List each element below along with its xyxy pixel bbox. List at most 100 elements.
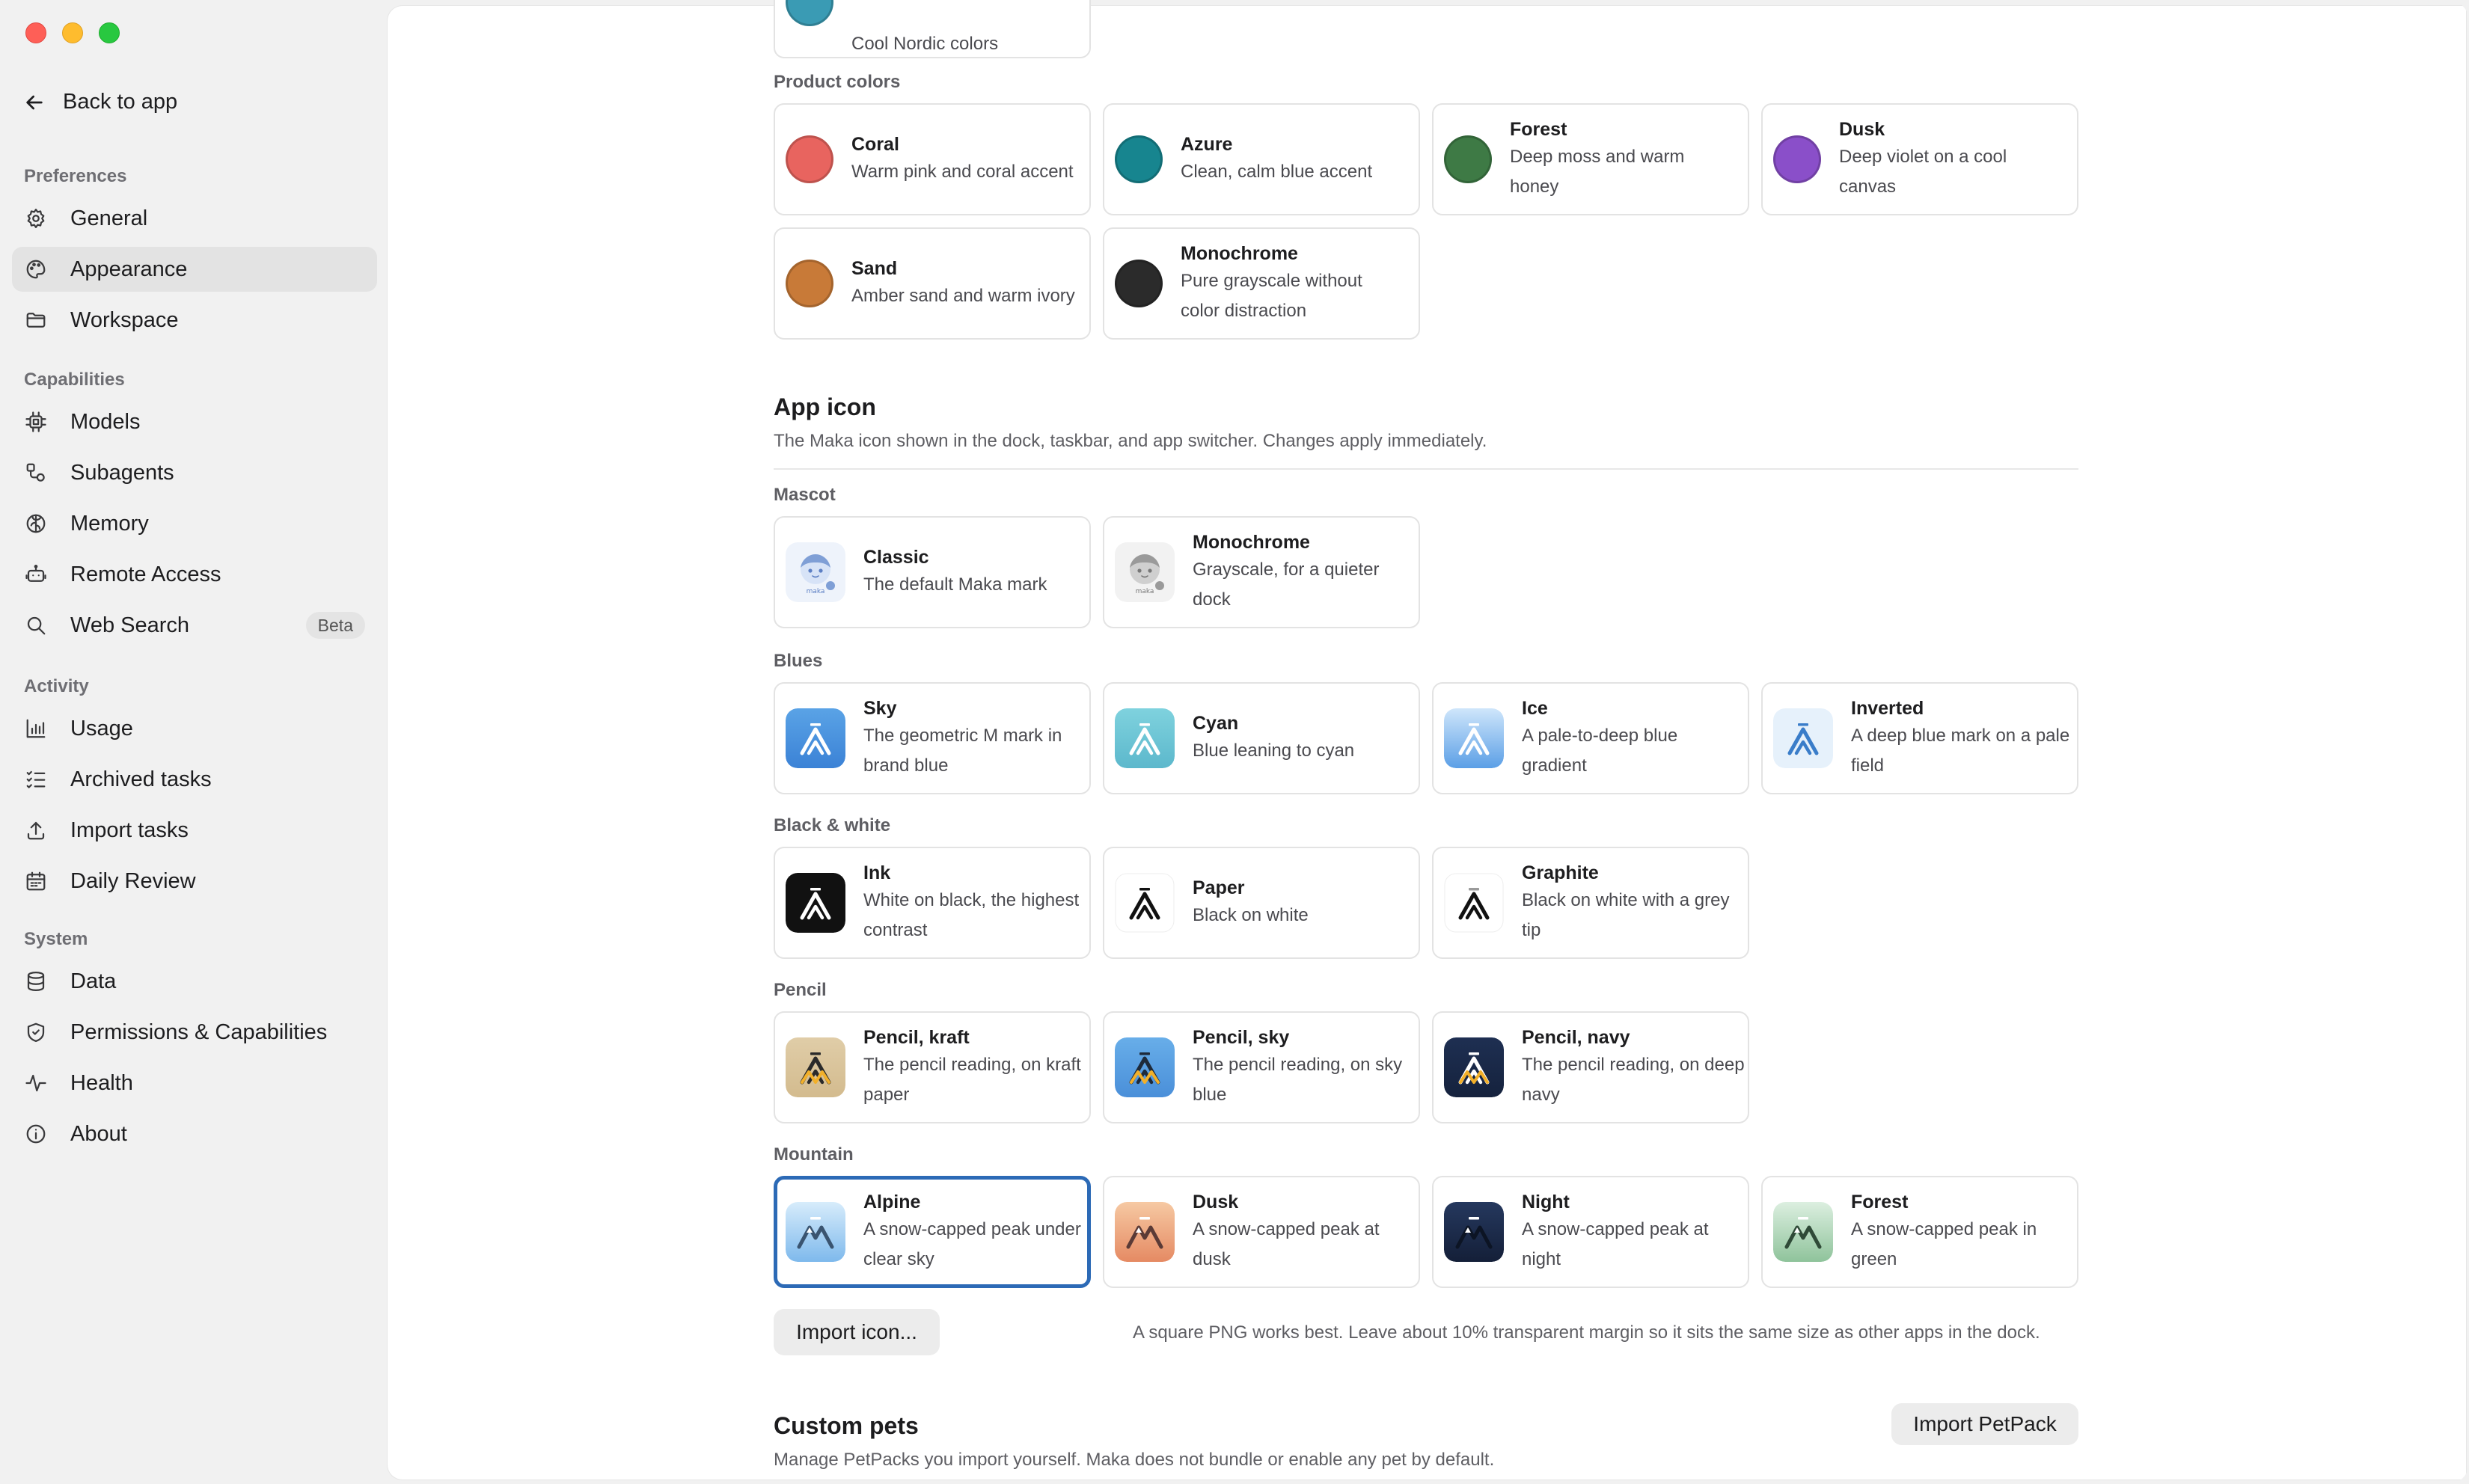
beta-badge: Beta bbox=[305, 612, 365, 639]
card-desc: Deep moss and warm honey bbox=[1510, 147, 1685, 197]
m-mark-icon bbox=[1773, 708, 1833, 768]
mountain-mark-icon bbox=[1115, 1202, 1175, 1262]
sidebar-item-web-search[interactable]: Web Search Beta bbox=[12, 603, 377, 648]
app-icon-option-mascot-classic[interactable]: maka Classic The default Maka mark bbox=[774, 516, 1091, 628]
card-title: Dusk bbox=[1839, 119, 1885, 140]
app-icon-option-mountain-forest[interactable]: Forest A snow-capped peak in green bbox=[1761, 1176, 2078, 1288]
app-icon-option-pencil-pencil-sky[interactable]: Pencil, sky The pencil reading, on sky b… bbox=[1103, 1011, 1420, 1123]
theme-card-partial[interactable]: Cool Nordic colors bbox=[774, 0, 1091, 58]
color-theme-sand[interactable]: Sand Amber sand and warm ivory bbox=[774, 227, 1091, 340]
color-theme-forest[interactable]: Forest Deep moss and warm honey bbox=[1432, 103, 1749, 215]
pulse-icon bbox=[24, 1071, 48, 1095]
card-title: Sand bbox=[851, 258, 898, 279]
card-desc: A deep blue mark on a pale field bbox=[1851, 726, 2070, 776]
color-swatch bbox=[1444, 135, 1492, 183]
icon-group-label-blues: Blues bbox=[774, 651, 823, 671]
sidebar-item-label: Data bbox=[70, 969, 117, 993]
import-petpack-button[interactable]: Import PetPack bbox=[1891, 1403, 2078, 1445]
color-swatch bbox=[1115, 260, 1163, 307]
upload-icon bbox=[24, 818, 48, 842]
app-icon-option-blues-inverted[interactable]: Inverted A deep blue mark on a pale fiel… bbox=[1761, 682, 2078, 794]
card-title: Inverted bbox=[1851, 698, 1924, 719]
sidebar-item-remote-access[interactable]: Remote Access bbox=[12, 552, 377, 597]
folder-icon bbox=[24, 308, 48, 332]
app-icon-option-blues-cyan[interactable]: Cyan Blue leaning to cyan bbox=[1103, 682, 1420, 794]
sidebar-item-models[interactable]: Models bbox=[12, 399, 377, 444]
app-icon-option-mountain-alpine[interactable]: Alpine A snow-capped peak under clear sk… bbox=[774, 1176, 1091, 1288]
sidebar-item-archived-tasks[interactable]: Archived tasks bbox=[12, 757, 377, 802]
arrow-left-icon bbox=[26, 95, 43, 109]
card-desc: Pure grayscale without color distraction bbox=[1181, 271, 1362, 321]
color-theme-coral[interactable]: Coral Warm pink and coral accent bbox=[774, 103, 1091, 215]
sidebar-item-health[interactable]: Health bbox=[12, 1061, 377, 1106]
sidebar-item-usage[interactable]: Usage bbox=[12, 706, 377, 751]
icon-group-label-black-white: Black & white bbox=[774, 815, 891, 835]
card-desc: Warm pink and coral accent bbox=[851, 162, 1074, 182]
subagents-icon bbox=[24, 461, 48, 485]
card-title: Classic bbox=[863, 547, 929, 568]
checklist-icon bbox=[24, 767, 48, 791]
brain-icon bbox=[24, 512, 48, 536]
sidebar-item-label: Subagents bbox=[70, 460, 174, 485]
card-desc: Blue leaning to cyan bbox=[1193, 741, 1355, 761]
card-desc: A snow-capped peak at dusk bbox=[1193, 1219, 1380, 1269]
m-mark-icon bbox=[1444, 873, 1504, 933]
app-icon-description: The Maka icon shown in the dock, taskbar… bbox=[774, 431, 1487, 451]
sidebar-item-memory[interactable]: Memory bbox=[12, 501, 377, 546]
sidebar: Back to app Preferences General Appearan… bbox=[0, 0, 388, 1484]
app-icon-option-blues-sky[interactable]: Sky The geometric M mark in brand blue bbox=[774, 682, 1091, 794]
sidebar-item-label: Memory bbox=[70, 511, 149, 536]
card-title: Ink bbox=[863, 862, 891, 883]
sidebar-item-data[interactable]: Data bbox=[12, 959, 377, 1004]
app-icon-option-black-white-ink[interactable]: Ink White on black, the highest contrast bbox=[774, 847, 1091, 959]
m-mark-icon bbox=[1115, 873, 1175, 933]
sidebar-item-permissions-capabilities[interactable]: Permissions & Capabilities bbox=[12, 1010, 377, 1055]
sidebar-item-label: Appearance bbox=[70, 257, 188, 281]
sidebar-item-general[interactable]: General bbox=[12, 196, 377, 241]
app-icon-option-black-white-paper[interactable]: Paper Black on white bbox=[1103, 847, 1420, 959]
sidebar-item-appearance[interactable]: Appearance bbox=[12, 247, 377, 292]
search-icon bbox=[24, 613, 48, 637]
app-icon-heading: App icon bbox=[774, 393, 876, 420]
card-desc: The pencil reading, on deep navy bbox=[1522, 1055, 1745, 1105]
custom-pets-heading: Custom pets bbox=[774, 1412, 919, 1439]
svg-text:maka: maka bbox=[1136, 588, 1154, 595]
app-icon-option-black-white-graphite[interactable]: Graphite Black on white with a grey tip bbox=[1432, 847, 1749, 959]
card-desc: The pencil reading, on sky blue bbox=[1193, 1055, 1403, 1105]
mountain-mark-icon bbox=[1773, 1202, 1833, 1262]
card-title: Dusk bbox=[1193, 1192, 1239, 1212]
card-desc: A snow-capped peak at night bbox=[1522, 1219, 1709, 1269]
color-theme-monochrome[interactable]: Monochrome Pure grayscale without color … bbox=[1103, 227, 1420, 340]
sidebar-item-label: Usage bbox=[70, 716, 133, 741]
sidebar-item-about[interactable]: About bbox=[12, 1112, 377, 1156]
card-title: Night bbox=[1522, 1192, 1570, 1212]
app-icon-option-mountain-dusk[interactable]: Dusk A snow-capped peak at dusk bbox=[1103, 1176, 1420, 1288]
sidebar-item-label: Daily Review bbox=[70, 868, 196, 893]
sidebar-item-workspace[interactable]: Workspace bbox=[12, 298, 377, 343]
card-desc: The default Maka mark bbox=[863, 574, 1047, 595]
app-icon-option-blues-ice[interactable]: Ice A pale-to-deep blue gradient bbox=[1432, 682, 1749, 794]
back-to-app-link[interactable]: Back to app bbox=[22, 90, 177, 114]
app-icon-option-pencil-pencil-navy[interactable]: Pencil, navy The pencil reading, on deep… bbox=[1432, 1011, 1749, 1123]
color-theme-azure[interactable]: Azure Clean, calm blue accent bbox=[1103, 103, 1420, 215]
app-icon-option-mountain-night[interactable]: Night A snow-capped peak at night bbox=[1432, 1176, 1749, 1288]
card-desc: Black on white bbox=[1193, 905, 1309, 925]
sidebar-item-subagents[interactable]: Subagents bbox=[12, 450, 377, 495]
icon-group-label-mascot: Mascot bbox=[774, 485, 836, 505]
card-title: Azure bbox=[1181, 134, 1233, 155]
sidebar-item-daily-review[interactable]: Daily Review bbox=[12, 859, 377, 904]
svg-text:maka: maka bbox=[807, 588, 825, 595]
shield-icon bbox=[24, 1020, 48, 1044]
product-colors-label: Product colors bbox=[774, 72, 901, 92]
mountain-mark-icon bbox=[1444, 1202, 1504, 1262]
color-theme-dusk[interactable]: Dusk Deep violet on a cool canvas bbox=[1761, 103, 2078, 215]
import-icon-hint: A square PNG works best. Leave about 10%… bbox=[1133, 1322, 2040, 1343]
app-icon-option-pencil-pencil-kraft[interactable]: Pencil, kraft The pencil reading, on kra… bbox=[774, 1011, 1091, 1123]
section-divider bbox=[774, 468, 2078, 470]
sidebar-item-label: Permissions & Capabilities bbox=[70, 1020, 328, 1044]
card-title: Forest bbox=[1851, 1192, 1909, 1212]
sidebar-item-import-tasks[interactable]: Import tasks bbox=[12, 808, 377, 853]
import-icon-button[interactable]: Import icon... bbox=[774, 1309, 940, 1355]
calendar-icon bbox=[24, 869, 48, 893]
app-icon-option-mascot-monochrome[interactable]: maka Monochrome Grayscale, for a quieter… bbox=[1103, 516, 1420, 628]
